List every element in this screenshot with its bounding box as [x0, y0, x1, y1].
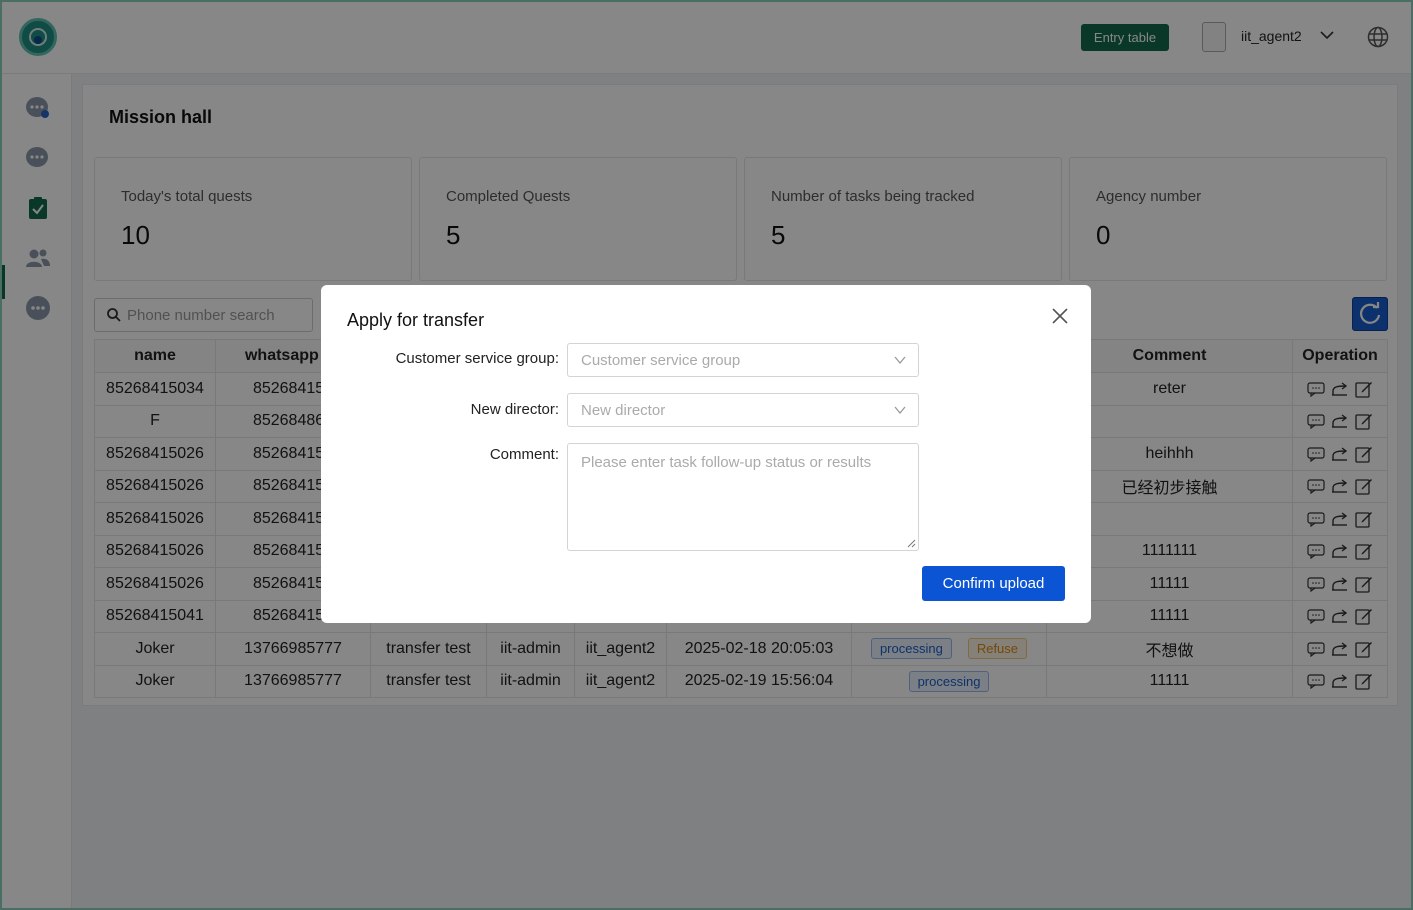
- comment-label: Comment:: [489, 446, 559, 463]
- transfer-modal: Apply for transfer Customer service grou…: [321, 285, 1091, 623]
- director-label: New director:: [470, 401, 559, 418]
- customer-service-group-select[interactable]: Customer service group: [567, 343, 919, 377]
- chevron-down-icon: [894, 356, 906, 365]
- resize-handle-icon[interactable]: [907, 539, 916, 548]
- comment-placeholder: Please enter task follow-up status or re…: [581, 454, 872, 471]
- group-placeholder: Customer service group: [581, 352, 741, 369]
- modal-title: Apply for transfer: [347, 310, 485, 330]
- comment-textarea[interactable]: Please enter task follow-up status or re…: [567, 443, 919, 551]
- group-label: Customer service group:: [395, 350, 559, 367]
- confirm-upload-button[interactable]: Confirm upload: [922, 566, 1065, 601]
- close-icon[interactable]: [1051, 307, 1069, 325]
- new-director-select[interactable]: New director: [567, 393, 919, 427]
- director-placeholder: New director: [581, 402, 666, 419]
- chevron-down-icon: [894, 406, 906, 415]
